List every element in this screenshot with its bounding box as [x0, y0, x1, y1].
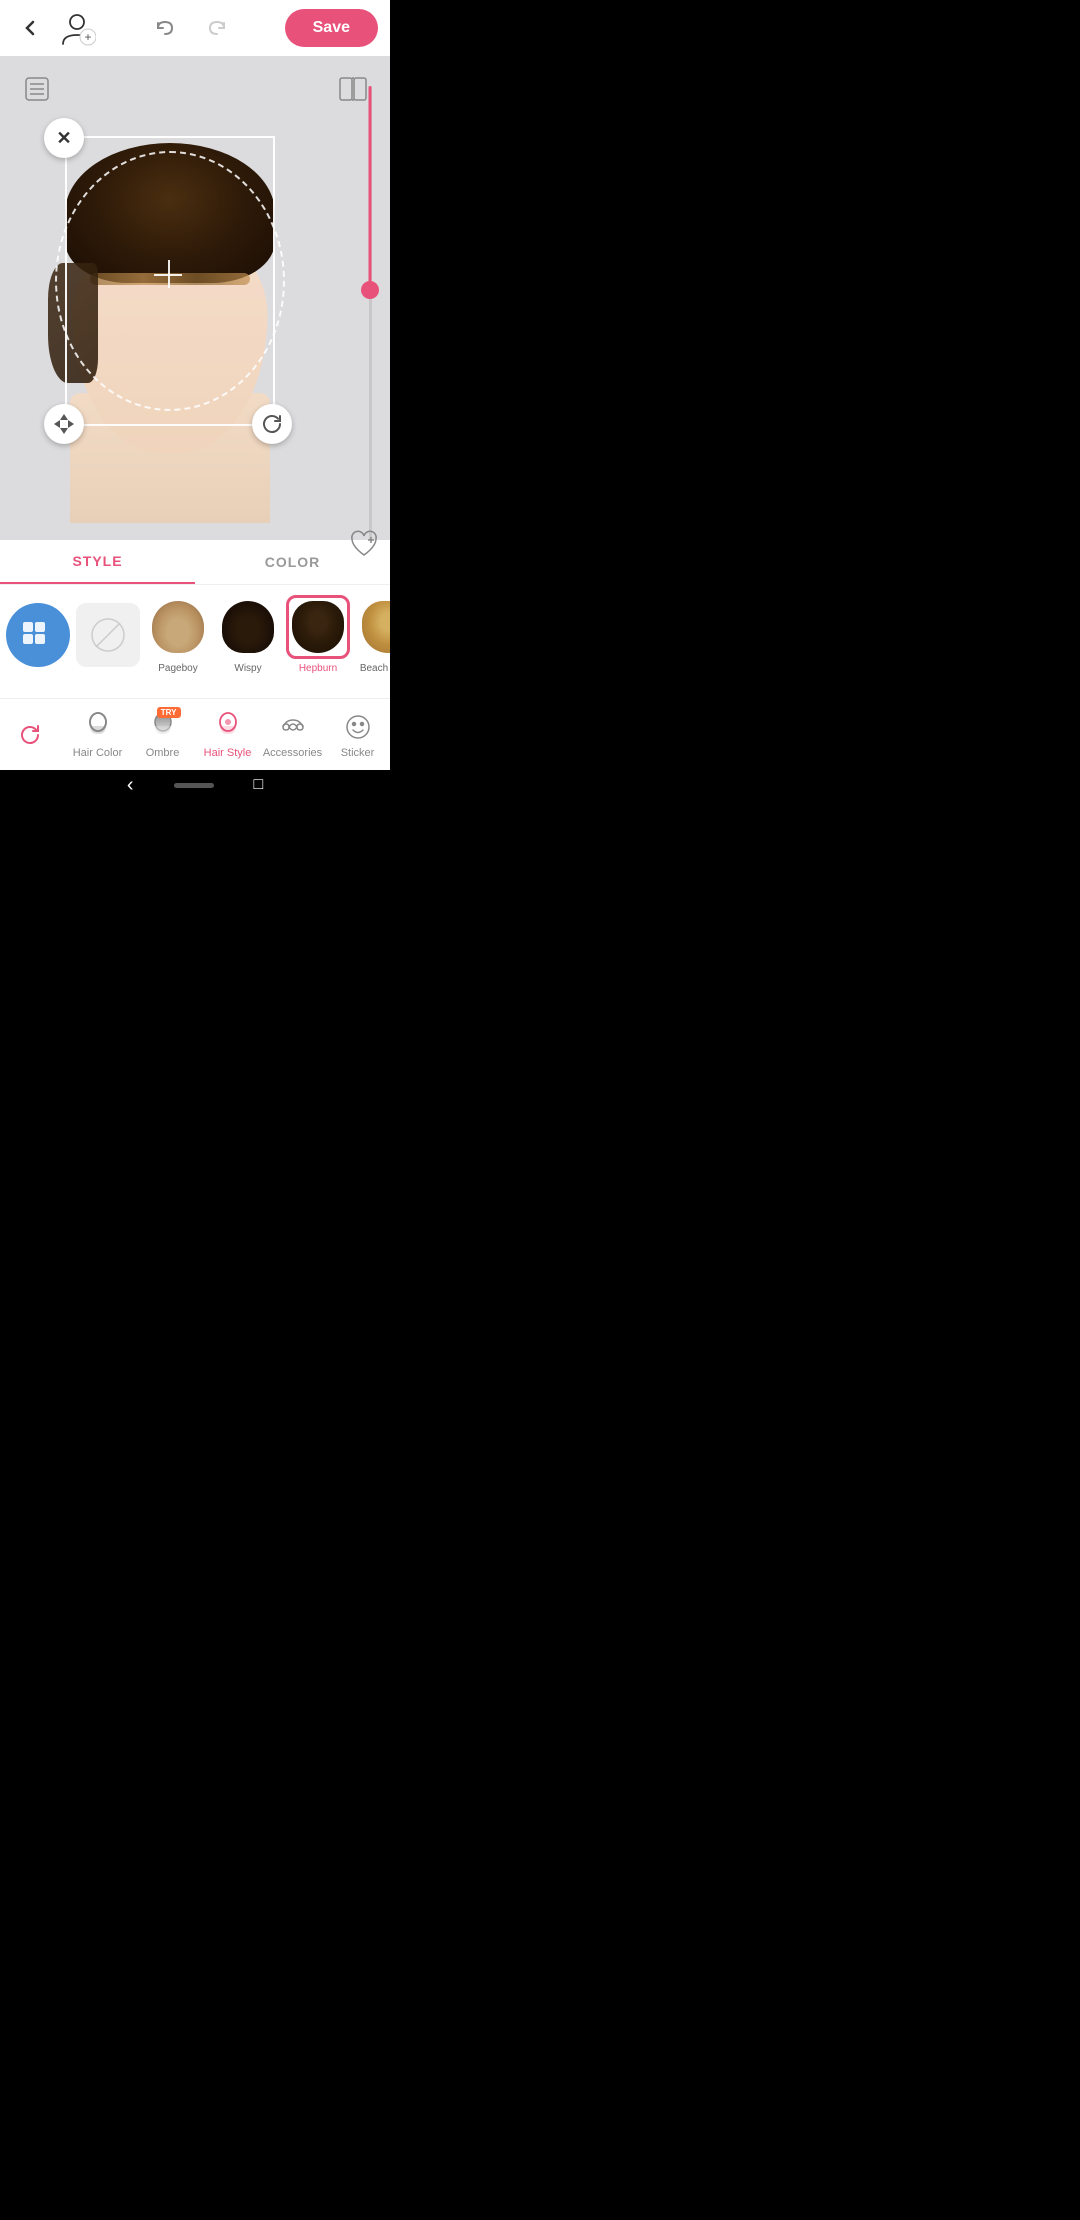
style-option-category[interactable] — [6, 603, 70, 667]
move-handle[interactable] — [44, 404, 84, 444]
undo-button[interactable] — [147, 10, 183, 46]
close-handle[interactable]: ✕ — [44, 118, 84, 158]
compare-icon[interactable] — [332, 68, 374, 110]
hair-style-icon — [212, 711, 244, 743]
style-option-hepburn[interactable]: Hepburn — [286, 595, 350, 674]
favorite-button[interactable] — [344, 524, 384, 564]
accessories-label: Accessories — [263, 747, 322, 759]
top-bar-right: Save — [285, 9, 378, 47]
bottom-section: STYLE COLOR — [0, 540, 390, 770]
avatar-button[interactable]: + — [56, 7, 98, 49]
wispy-thumb — [216, 595, 280, 659]
canvas-toolbar — [0, 68, 390, 110]
style-option-wispy[interactable]: Wispy — [216, 595, 280, 674]
rotate-handle[interactable] — [252, 404, 292, 444]
reset-icon — [17, 719, 49, 751]
nav-item-sticker[interactable]: Sticker — [325, 699, 390, 770]
selection-box — [65, 136, 275, 426]
hair-color-icon — [82, 711, 114, 743]
hepburn-thumb — [286, 595, 350, 659]
sticker-label: Sticker — [341, 747, 375, 759]
bottom-nav: Hair Color TR — [0, 698, 390, 770]
hair-color-label: Hair Color — [73, 747, 123, 759]
top-bar-left: + — [12, 7, 98, 49]
pageboy-thumb — [146, 595, 210, 659]
tab-style[interactable]: STYLE — [0, 540, 195, 584]
system-home[interactable] — [174, 783, 214, 788]
back-button[interactable] — [12, 10, 48, 46]
tab-bar: STYLE COLOR — [0, 540, 390, 585]
save-button[interactable]: Save — [285, 9, 378, 47]
category-thumb — [6, 603, 70, 667]
ombre-icon-wrap: TRY — [147, 711, 179, 743]
ombre-label: Ombre — [146, 747, 180, 759]
top-bar: + Save — [0, 0, 390, 56]
style-option-beach-wave[interactable]: Beach Wave — [356, 595, 390, 674]
top-bar-center — [147, 10, 235, 46]
wispy-label: Wispy — [234, 663, 261, 674]
nav-item-ombre[interactable]: TRY Ombre — [130, 699, 195, 770]
hepburn-label: Hepburn — [299, 663, 337, 674]
system-nav: ‹ □ — [0, 770, 390, 800]
style-option-pageboy[interactable]: Pageboy — [146, 595, 210, 674]
beach-wave-label: Beach Wave — [360, 663, 390, 674]
svg-text:+: + — [84, 30, 91, 44]
nav-item-reset[interactable] — [0, 699, 65, 770]
nav-item-hair-style[interactable]: Hair Style — [195, 699, 260, 770]
styles-container: STYLE COLOR — [0, 540, 390, 698]
nav-item-hair-color[interactable]: Hair Color — [65, 699, 130, 770]
system-back[interactable]: ‹ — [127, 774, 134, 797]
none-thumb — [76, 603, 140, 667]
list-icon[interactable] — [16, 68, 58, 110]
beach-wave-thumb — [356, 595, 390, 659]
try-badge: TRY — [157, 707, 181, 718]
style-option-none[interactable] — [76, 603, 140, 667]
hair-style-row: Pageboy Wispy Hepburn — [0, 585, 390, 684]
nav-item-accessories[interactable]: Accessories — [260, 699, 325, 770]
system-recent[interactable]: □ — [254, 776, 264, 794]
canvas-area: ✕ — [0, 56, 390, 570]
accessories-icon — [277, 711, 309, 743]
hair-style-label: Hair Style — [204, 747, 252, 759]
sticker-icon — [342, 711, 374, 743]
pageboy-label: Pageboy — [158, 663, 197, 674]
redo-button[interactable] — [199, 10, 235, 46]
opacity-slider[interactable] — [356, 86, 384, 540]
